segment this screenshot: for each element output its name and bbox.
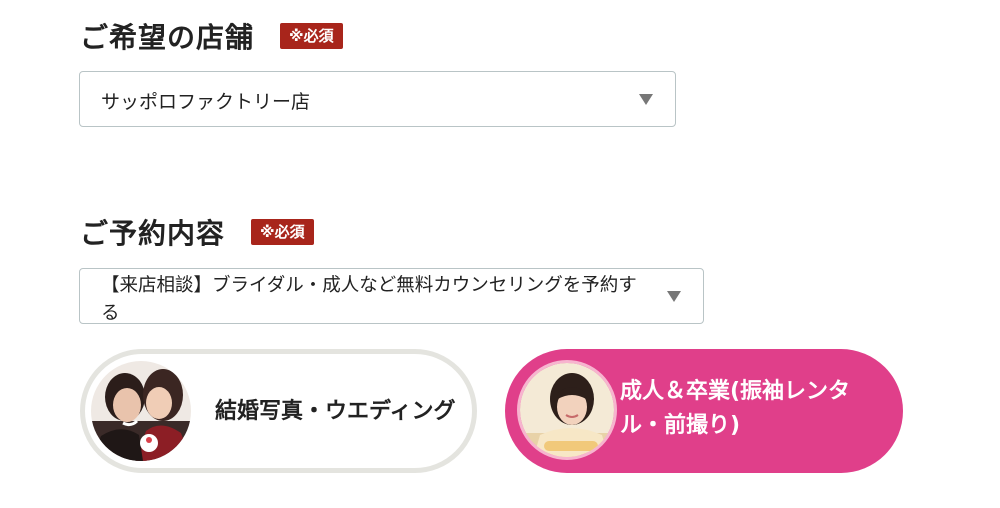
reservation-section-title: ご予約内容 — [80, 217, 226, 250]
chevron-down-icon — [639, 94, 653, 105]
store-select[interactable]: サッポロファクトリー店 — [79, 71, 676, 127]
store-select-value: サッポロファクトリー店 — [101, 91, 311, 113]
category-wedding-label: 結婚写真・ウエディング — [215, 399, 456, 424]
category-coming-of-age-label-line2: ル・前撮り) — [620, 413, 741, 438]
category-coming-of-age-button[interactable]: 成人＆卒業(振袖レンタ ル・前撮り) — [505, 349, 903, 473]
reservation-section-header: ご予約内容 ※必須 — [80, 212, 314, 252]
reservation-select[interactable]: 【来店相談】ブライダル・成人など無料カウンセリングを予約す る — [79, 268, 704, 324]
category-coming-of-age-label: 成人＆卒業(振袖レンタ ル・前撮り) — [620, 375, 870, 443]
reservation-select-value-line2: る — [101, 303, 120, 324]
chevron-down-icon — [667, 291, 681, 302]
category-coming-of-age-label-line1: 成人＆卒業(振袖レンタ — [620, 379, 851, 404]
required-badge: ※必須 — [280, 23, 343, 49]
furisode-girl-photo — [517, 360, 617, 460]
required-badge: ※必須 — [251, 219, 314, 245]
store-section-title: ご希望の店舗 — [80, 21, 255, 54]
store-section-header: ご希望の店舗 ※必須 — [80, 16, 343, 56]
reservation-select-value-line1: 【来店相談】ブライダル・成人など無料カウンセリングを予約す — [101, 275, 637, 296]
wedding-couple-photo — [91, 361, 191, 461]
category-wedding-button[interactable]: 結婚写真・ウエディング — [80, 349, 477, 473]
